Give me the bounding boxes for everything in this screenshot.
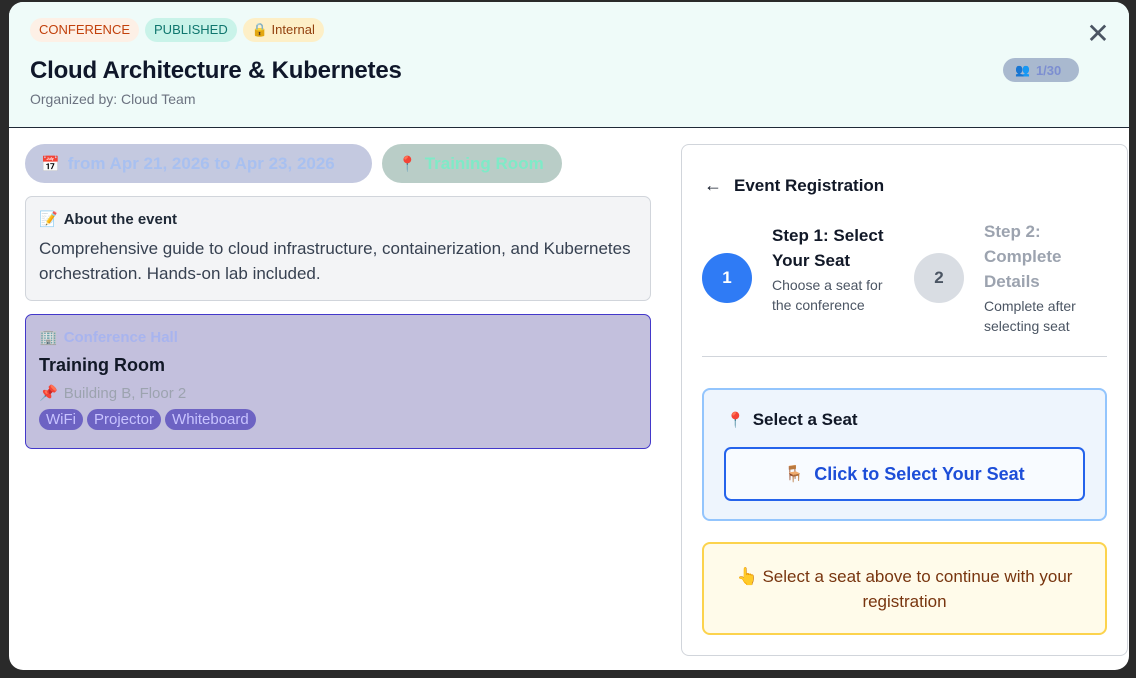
step-2-title: Step 2: Complete Details — [984, 222, 1062, 291]
step-2-circle: 2 — [914, 253, 964, 303]
capacity-count: 1/30 — [1035, 62, 1062, 78]
amenity-tag: WiFi — [39, 409, 83, 430]
pin-icon: 📍 — [726, 412, 745, 429]
pointing-hand-icon: 👆 — [736, 566, 758, 586]
location-chip: 📍 Training Room — [382, 144, 562, 183]
status-badge: PUBLISHED — [145, 18, 237, 42]
location-label: Training Room — [424, 153, 544, 173]
step-1-title: Step 1: Select Your Seat — [772, 226, 884, 270]
select-seat-button[interactable]: 🪑 Click to Select Your Seat — [724, 447, 1085, 501]
event-title: Cloud Architecture & Kubernetes — [30, 57, 402, 84]
event-type-badge: CONFERENCE — [30, 18, 140, 42]
step-2-description: Complete after selecting seat — [984, 298, 1076, 334]
lock-icon: 🔒 — [251, 22, 268, 37]
registration-panel: ← Event Registration 1 Step 1: Select Yo… — [681, 144, 1128, 656]
divider — [702, 356, 1107, 357]
hint-text: Select a seat above to continue with you… — [762, 566, 1073, 611]
seat-section-title: Select a Seat — [752, 410, 858, 429]
venue-address-row: 📌 Building B, Floor 2 — [39, 384, 637, 403]
calendar-icon: 📅 — [41, 155, 60, 173]
amenity-tag: Whiteboard — [165, 409, 256, 430]
capacity-badge: 👥 1/30 — [1003, 58, 1079, 82]
date-range: from Apr 21, 2026 to Apr 23, 2026 — [67, 153, 335, 173]
seat-selection-section: 📍 Select a Seat 🪑 Click to Select Your S… — [702, 388, 1107, 521]
about-description: Comprehensive guide to cloud infrastruct… — [39, 239, 631, 283]
back-arrow-icon[interactable]: ← — [704, 175, 722, 196]
step-1-circle: 1 — [702, 253, 752, 303]
amenity-tag: Projector — [87, 409, 162, 430]
about-card: 📝 About the event Comprehensive guide to… — [25, 196, 651, 301]
organizer-text: Organized by: Cloud Team — [30, 91, 196, 107]
venue-type-row: 🏢 Conference Hall — [39, 328, 637, 347]
close-icon: ✕ — [1086, 18, 1110, 49]
users-icon: 👥 — [1015, 63, 1030, 77]
event-modal: CONFERENCE PUBLISHED 🔒 Internal Cloud Ar… — [9, 2, 1129, 670]
venue-type: Conference Hall — [63, 328, 178, 346]
building-icon: 🏢 — [39, 329, 58, 346]
event-details-panel: 📅 from Apr 21, 2026 to Apr 23, 2026 📍 Tr… — [25, 144, 651, 449]
registration-header: ← Event Registration — [704, 175, 884, 196]
memo-icon: 📝 — [39, 211, 58, 228]
select-seat-label: Click to Select Your Seat — [814, 463, 1025, 484]
venue-card: 🏢 Conference Hall Training Room 📌 Buildi… — [25, 314, 651, 449]
event-chips: 📅 from Apr 21, 2026 to Apr 23, 2026 📍 Tr… — [25, 144, 651, 183]
date-chip: 📅 from Apr 21, 2026 to Apr 23, 2026 — [25, 144, 372, 183]
chair-icon: 🪑 — [784, 466, 805, 483]
step-indicator: 1 Step 1: Select Your Seat Choose a seat… — [702, 222, 1107, 334]
pushpin-icon: 📌 — [39, 385, 58, 402]
venue-name: Training Room — [39, 355, 165, 375]
amenity-list: WiFi Projector Whiteboard — [39, 409, 637, 430]
hint-content: 👆 Select a seat above to continue with y… — [732, 564, 1077, 614]
registration-title: Event Registration — [734, 175, 885, 195]
about-heading: 📝 About the event — [39, 210, 637, 229]
seat-hint-box: 👆 Select a seat above to continue with y… — [702, 542, 1107, 635]
visibility-label: Internal — [271, 22, 315, 37]
step-1-description: Choose a seat for the conference — [772, 277, 883, 313]
visibility-badge: 🔒 Internal — [242, 18, 324, 42]
badge-row: CONFERENCE PUBLISHED 🔒 Internal — [30, 18, 1108, 42]
seat-section-heading: 📍 Select a Seat — [726, 410, 858, 430]
about-title: About the event — [63, 210, 178, 228]
close-button[interactable]: ✕ — [1085, 20, 1111, 48]
pin-icon: 📍 — [398, 155, 417, 173]
modal-header: CONFERENCE PUBLISHED 🔒 Internal Cloud Ar… — [9, 2, 1129, 128]
venue-address: Building B, Floor 2 — [63, 384, 187, 402]
